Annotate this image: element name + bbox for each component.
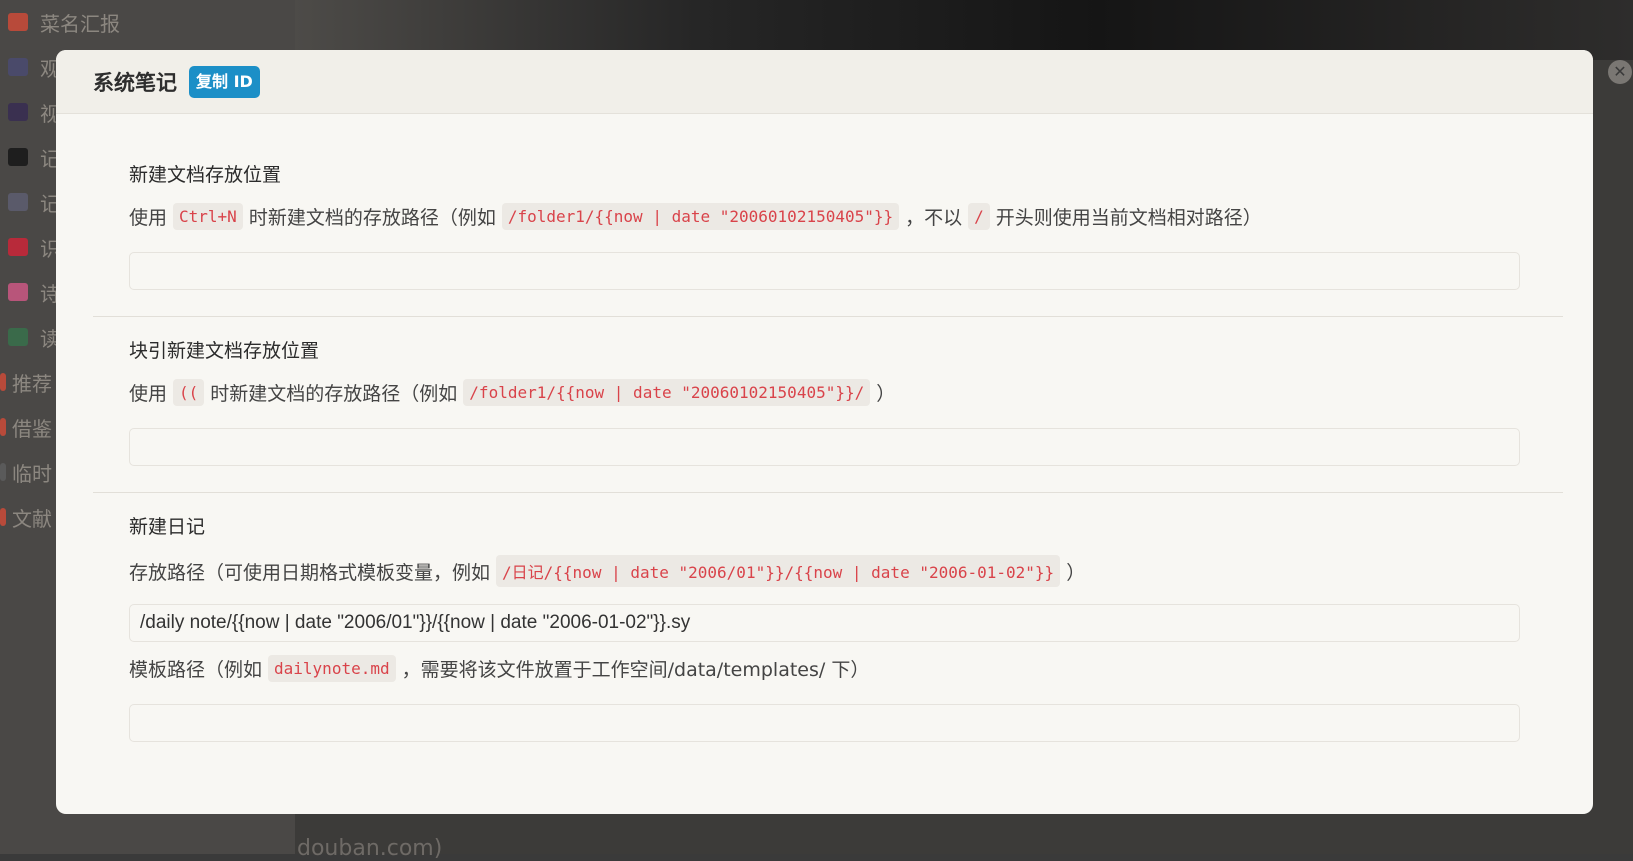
sidebar-item[interactable]: 诗	[8, 277, 60, 307]
sidebar-item[interactable]: 读	[8, 322, 60, 352]
bowl-icon	[8, 13, 28, 31]
daily-note-template-description: 模板路径（例如 dailynote.md ，需要将该文件放置于工作空间/data…	[129, 655, 869, 682]
copy-id-button[interactable]: 复制 ID	[189, 65, 260, 98]
camera-icon	[8, 58, 28, 76]
dot-icon	[0, 418, 6, 436]
background-footer-text: douban.com)	[297, 836, 443, 861]
new-doc-path-input[interactable]	[129, 252, 1520, 290]
section-title-daily-note: 新建日记	[129, 516, 206, 538]
sidebar-item[interactable]: 观	[8, 52, 60, 82]
note-icon	[8, 238, 28, 256]
dot-icon	[0, 508, 6, 526]
dot-icon	[0, 463, 6, 481]
code-snippet: ((	[173, 379, 205, 406]
code-snippet: /日记/{{now | date "2006/01"}}/{{now | dat…	[496, 555, 1061, 587]
code-snippet: /folder1/{{now | date "20060102150405"}}…	[463, 379, 871, 406]
dot-icon	[0, 373, 6, 391]
books-icon	[8, 328, 28, 346]
block-ref-path-input[interactable]	[129, 428, 1520, 466]
code-snippet: dailynote.md	[268, 655, 396, 682]
sidebar-item[interactable]: 记	[8, 187, 60, 217]
settings-dialog: 系统笔记 复制 ID 新建文档存放位置 使用 Ctrl+N 时新建文档的存放路径…	[56, 50, 1593, 814]
sidebar-item[interactable]: 菜名汇报	[8, 7, 120, 37]
dialog-header: 系统笔记 复制 ID	[56, 50, 1593, 114]
daily-note-path-input[interactable]: /daily note/{{now | date "2006/01"}}/{{n…	[129, 604, 1520, 642]
section-title-new-doc: 新建文档存放位置	[129, 164, 282, 186]
code-snippet: /folder1/{{now | date "20060102150405"}}	[501, 203, 900, 230]
sidebar-item[interactable]: 记	[8, 142, 60, 172]
daily-note-template-input[interactable]	[129, 704, 1520, 742]
triangle-icon	[8, 148, 28, 166]
sidebar-item[interactable]: 临时	[0, 457, 52, 487]
code-snippet: /	[968, 203, 990, 230]
sidebar-item[interactable]: 文献	[0, 502, 52, 532]
new-doc-description: 使用 Ctrl+N 时新建文档的存放路径（例如 /folder1/{{now |…	[129, 203, 1262, 230]
notebook-icon	[8, 193, 28, 211]
daily-note-path-description: 存放路径（可使用日期格式模板变量，例如 /日记/{{now | date "20…	[129, 555, 1085, 587]
section-divider	[93, 316, 1563, 317]
section-divider	[93, 492, 1563, 493]
sidebar-item[interactable]: 识	[8, 232, 60, 262]
clapper-icon	[8, 103, 28, 121]
brain-icon	[8, 283, 28, 301]
sidebar-item[interactable]: 借鉴	[0, 412, 52, 442]
dialog-title: 系统笔记	[93, 70, 177, 95]
block-ref-description: 使用 (( 时新建文档的存放路径（例如 /folder1/{{now | dat…	[129, 379, 895, 406]
sidebar-item[interactable]: 视	[8, 97, 60, 127]
sidebar-item[interactable]: 推荐	[0, 367, 52, 397]
code-snippet: Ctrl+N	[173, 203, 243, 230]
section-title-block-ref: 块引新建文档存放位置	[129, 340, 320, 362]
close-icon[interactable]: ✕	[1608, 60, 1632, 84]
